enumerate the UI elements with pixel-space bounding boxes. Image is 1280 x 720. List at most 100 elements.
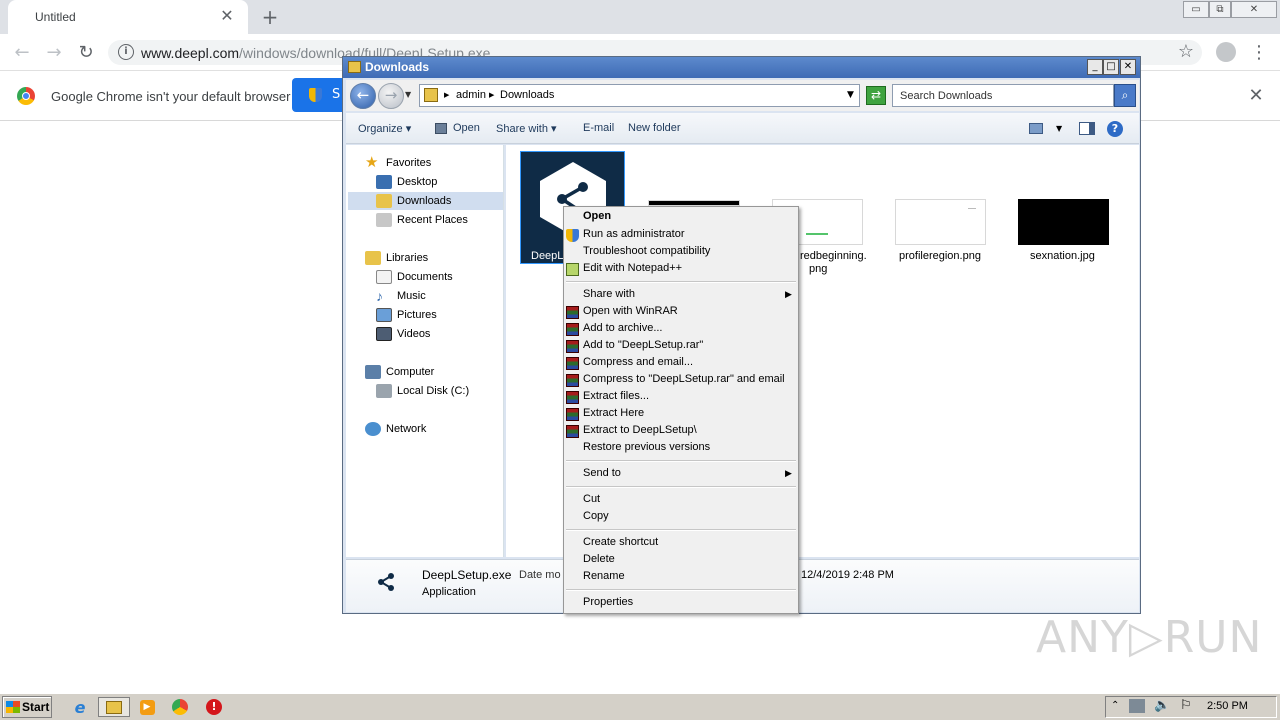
- chrome-taskbar-icon[interactable]: [169, 697, 191, 717]
- nav-downloads[interactable]: Downloads: [376, 192, 451, 210]
- new-folder-button[interactable]: New folder: [628, 122, 681, 134]
- site-info-icon[interactable]: i: [118, 44, 134, 60]
- nav-pictures-label: Pictures: [397, 309, 437, 321]
- explorer-minimize-icon[interactable]: _: [1087, 59, 1103, 75]
- menu-kebab-icon[interactable]: ⋮: [1248, 42, 1270, 64]
- details-date: 12/4/2019 2:48 PM: [801, 569, 894, 581]
- nav-computer[interactable]: Computer: [365, 363, 434, 381]
- recent-pages-icon[interactable]: ▼: [405, 90, 411, 99]
- restore-icon[interactable]: ⧉: [1209, 1, 1231, 18]
- nav-documents-label: Documents: [397, 271, 453, 283]
- menu-send-to[interactable]: Send to: [583, 465, 621, 482]
- disk-icon: [376, 384, 392, 398]
- breadcrumb-admin[interactable]: admin: [456, 89, 486, 101]
- menu-edit-notepad[interactable]: Edit with Notepad++: [583, 260, 682, 277]
- forward-icon[interactable]: →: [43, 42, 65, 64]
- pictures-icon: [376, 308, 392, 322]
- nav-favorites[interactable]: ★ Favorites: [365, 154, 431, 172]
- menu-copy[interactable]: Copy: [583, 508, 609, 525]
- set-default-label: S: [332, 87, 341, 102]
- menu-add-rar[interactable]: Add to "DeepLSetup.rar": [583, 337, 703, 354]
- menu-open[interactable]: Open: [583, 208, 611, 225]
- anyrun-watermark: ANY▷RUN: [1036, 612, 1263, 663]
- winrar-icon: [566, 306, 579, 319]
- menu-extract-here[interactable]: Extract Here: [583, 405, 644, 422]
- winrar-icon: [566, 391, 579, 404]
- reload-icon[interactable]: ↻: [75, 42, 97, 64]
- details-type: Application: [422, 586, 476, 598]
- explorer-forward-icon[interactable]: →: [378, 83, 404, 109]
- action-center-flag-icon[interactable]: ⚐: [1180, 698, 1192, 713]
- network-tray-icon[interactable]: [1129, 699, 1145, 713]
- change-view-icon[interactable]: [1029, 123, 1043, 134]
- menu-create-shortcut[interactable]: Create shortcut: [583, 534, 658, 551]
- menu-add-archive[interactable]: Add to archive...: [583, 320, 663, 337]
- breadcrumb-downloads[interactable]: Downloads: [500, 89, 554, 101]
- thumbnail-profileregion[interactable]: [895, 199, 986, 245]
- menu-restore-versions[interactable]: Restore previous versions: [583, 439, 710, 456]
- refresh-icon[interactable]: ⇄: [866, 86, 886, 105]
- breadcrumb-separator-icon[interactable]: ▶: [444, 91, 449, 99]
- explorer-back-icon[interactable]: ←: [350, 83, 376, 109]
- profile-avatar-icon[interactable]: [1216, 42, 1236, 62]
- show-hidden-icons[interactable]: ⌃: [1111, 700, 1119, 711]
- ie-icon[interactable]: e: [69, 697, 91, 717]
- nav-recent-places[interactable]: Recent Places: [376, 211, 468, 229]
- nav-network[interactable]: Network: [365, 420, 426, 438]
- nav-music[interactable]: ♪ Music: [376, 287, 426, 305]
- open-button[interactable]: Open: [453, 122, 480, 134]
- close-window-icon[interactable]: ✕: [1231, 1, 1277, 18]
- nav-computer-label: Computer: [386, 366, 435, 378]
- menu-extract-files[interactable]: Extract files...: [583, 388, 649, 405]
- help-icon[interactable]: ?: [1107, 121, 1123, 137]
- menu-open-winrar[interactable]: Open with WinRAR: [583, 303, 678, 320]
- volume-icon[interactable]: 🔈: [1154, 698, 1170, 713]
- search-input[interactable]: Search Downloads: [892, 84, 1114, 107]
- explorer-titlebar[interactable]: [343, 57, 1140, 78]
- menu-compress-rar-email[interactable]: Compress to "DeepLSetup.rar" and email: [583, 371, 785, 388]
- menu-rename[interactable]: Rename: [583, 568, 625, 585]
- explorer-maximize-icon[interactable]: □: [1103, 59, 1119, 75]
- address-dropdown-icon[interactable]: ▼: [847, 90, 854, 100]
- explorer-taskbar-icon[interactable]: [98, 697, 130, 717]
- menu-separator: [566, 589, 796, 591]
- start-button[interactable]: Start: [2, 696, 52, 718]
- bookmark-star-icon[interactable]: ☆: [1175, 41, 1197, 63]
- network-icon: [365, 422, 381, 436]
- thumbnail-sexnation[interactable]: [1018, 199, 1109, 245]
- explorer-close-icon[interactable]: ✕: [1120, 59, 1136, 75]
- menu-share-with[interactable]: Share with: [583, 286, 635, 303]
- new-tab-button[interactable]: +: [258, 5, 282, 29]
- back-icon[interactable]: ←: [11, 42, 33, 64]
- email-button[interactable]: E-mail: [583, 122, 614, 134]
- submenu-arrow-icon: ▶: [785, 469, 792, 479]
- menu-cut[interactable]: Cut: [583, 491, 600, 508]
- nav-pictures[interactable]: Pictures: [376, 306, 437, 324]
- nav-videos[interactable]: Videos: [376, 325, 430, 343]
- menu-separator: [566, 529, 796, 531]
- minimize-icon[interactable]: ▭: [1183, 1, 1209, 18]
- nav-videos-label: Videos: [397, 328, 431, 340]
- share-with-label: Share with: [496, 123, 548, 135]
- share-with-button[interactable]: Share with ▾: [496, 122, 557, 135]
- preview-pane-icon[interactable]: [1079, 122, 1095, 135]
- menu-run-as-admin[interactable]: Run as administrator: [583, 226, 685, 243]
- taskbar-clock[interactable]: 2:50 PM: [1207, 700, 1248, 712]
- menu-troubleshoot[interactable]: Troubleshoot compatibility: [583, 243, 710, 260]
- organize-button[interactable]: Organize ▾: [358, 122, 411, 135]
- infobar-close-icon[interactable]: ✕: [1246, 86, 1266, 106]
- menu-properties[interactable]: Properties: [583, 594, 633, 611]
- stop-sign-icon[interactable]: !: [203, 697, 225, 717]
- nav-libraries[interactable]: Libraries: [365, 249, 428, 267]
- menu-compress-email[interactable]: Compress and email...: [583, 354, 693, 371]
- nav-local-disk[interactable]: Local Disk (C:): [376, 382, 469, 400]
- media-player-icon[interactable]: ▶: [136, 697, 158, 717]
- nav-documents[interactable]: Documents: [376, 268, 453, 286]
- breadcrumb-separator-icon[interactable]: ▶: [489, 91, 494, 99]
- menu-delete[interactable]: Delete: [583, 551, 615, 568]
- nav-desktop[interactable]: Desktop: [376, 173, 437, 191]
- tab-close-icon[interactable]: ✕: [217, 6, 237, 26]
- view-dropdown-icon[interactable]: ▼: [1056, 124, 1062, 133]
- menu-extract-to[interactable]: Extract to DeepLSetup\: [583, 422, 697, 439]
- search-icon[interactable]: ⌕: [1114, 84, 1136, 107]
